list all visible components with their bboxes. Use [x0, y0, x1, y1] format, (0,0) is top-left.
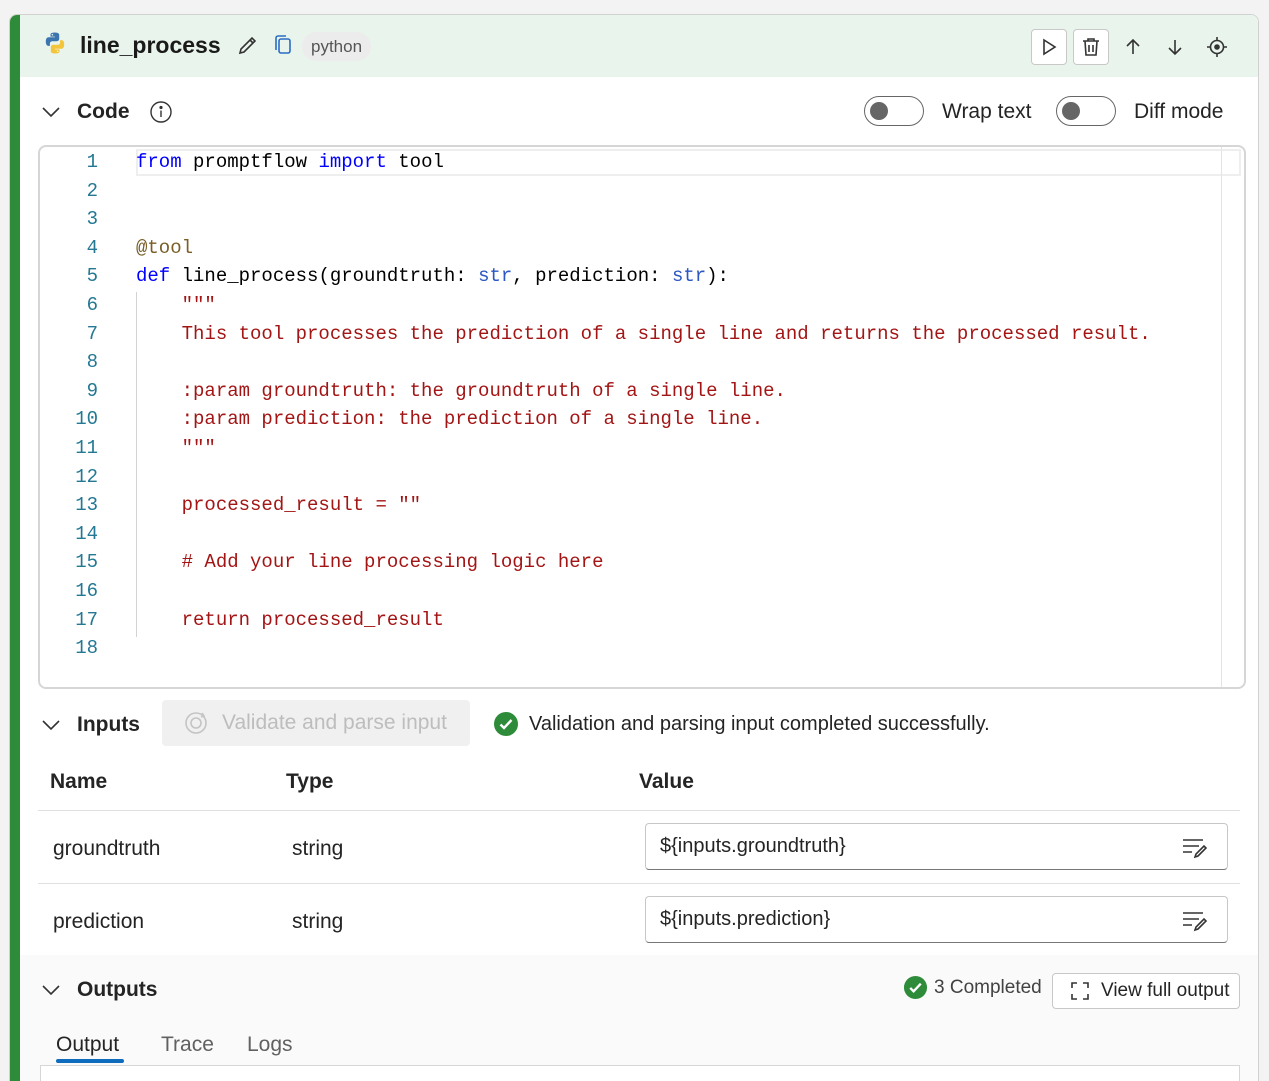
- line-number: 10: [75, 408, 98, 431]
- line-number: 18: [75, 637, 98, 660]
- line-number: 5: [86, 265, 98, 288]
- move-up-button[interactable]: [1115, 29, 1151, 65]
- validation-status: Validation and parsing input completed s…: [529, 713, 990, 735]
- line-number: 9: [86, 379, 98, 402]
- line-number: 16: [75, 580, 98, 602]
- tab-output[interactable]: Output: [56, 1033, 119, 1057]
- edit-value-icon[interactable]: [1181, 909, 1209, 933]
- input-type: string: [292, 837, 344, 860]
- active-tab-indicator: [56, 1059, 124, 1063]
- code-section-title: Code: [77, 100, 130, 123]
- expand-icon: [1071, 982, 1089, 1000]
- validate-parse-label: Validate and parse input: [222, 711, 447, 734]
- code-text: :param prediction: the prediction of a s…: [136, 408, 764, 431]
- column-header-name: Name: [50, 770, 108, 793]
- chevron-down-icon[interactable]: [40, 979, 62, 1001]
- python-icon: [45, 32, 65, 54]
- view-full-output-label: View full output: [1101, 980, 1230, 1001]
- line-number: 1: [86, 151, 98, 173]
- success-check-icon: [903, 975, 928, 1000]
- node-accent-bar: [10, 15, 20, 1081]
- table-divider: [38, 810, 1240, 811]
- input-value-field[interactable]: ${inputs.prediction}: [645, 896, 1228, 943]
- refresh-check-icon: [185, 712, 207, 734]
- line-number: 14: [75, 522, 98, 545]
- table-divider: [38, 883, 1240, 884]
- info-icon[interactable]: [149, 100, 173, 124]
- input-type: string: [292, 910, 344, 933]
- input-name: prediction: [53, 910, 145, 933]
- line-number: 12: [75, 465, 98, 488]
- column-header-value: Value: [639, 770, 694, 793]
- line-number: 4: [86, 236, 98, 259]
- code-text: :param groundtruth: the groundtruth of a…: [136, 379, 786, 402]
- tab-trace[interactable]: Trace: [161, 1033, 214, 1057]
- line-number: 3: [86, 208, 98, 231]
- inputs-section-title: Inputs: [77, 713, 140, 736]
- tab-logs[interactable]: Logs: [247, 1033, 293, 1057]
- input-value: ${inputs.groundtruth}: [660, 835, 846, 857]
- chevron-down-icon[interactable]: [40, 714, 62, 736]
- editor-scrollbar[interactable]: [1221, 147, 1222, 687]
- completed-count: 3 Completed: [934, 976, 1042, 998]
- node-header: line_process python: [20, 15, 1258, 77]
- input-value-field[interactable]: ${inputs.groundtruth}: [645, 823, 1228, 870]
- trash-icon: [1083, 38, 1099, 56]
- line-number: 15: [75, 551, 98, 574]
- completed-status: 3 Completed: [903, 975, 1042, 1000]
- success-check-icon: [494, 712, 518, 736]
- code-text: from promptflow import tool: [136, 151, 444, 173]
- code-text: return processed_result: [136, 608, 444, 631]
- code-text: # Add your line processing logic here: [136, 551, 604, 574]
- code-text: def line_process(groundtruth: str, predi…: [136, 265, 729, 288]
- arrow-down-icon: [1168, 40, 1182, 56]
- delete-button[interactable]: [1073, 29, 1109, 65]
- run-button[interactable]: [1031, 29, 1067, 65]
- line-number: 11: [75, 437, 98, 459]
- validate-parse-button[interactable]: Validate and parse input: [162, 700, 470, 746]
- line-number: 7: [86, 322, 98, 345]
- column-header-type: Type: [286, 770, 334, 793]
- language-badge: python: [302, 32, 372, 61]
- outputs-section-title: Outputs: [77, 978, 158, 1001]
- code-editor[interactable]: 1 from promptflow import tool 2 3 4 @tool 5 def…: [38, 145, 1246, 689]
- line-number: 8: [86, 351, 98, 374]
- wrap-text-label: Wrap text: [942, 100, 1032, 123]
- node-title: line_process: [80, 32, 221, 58]
- target-icon: [1207, 37, 1227, 57]
- locate-button[interactable]: [1199, 29, 1235, 65]
- code-text: """: [136, 294, 216, 316]
- code-text: processed_result = "": [136, 494, 422, 517]
- arrow-up-icon: [1126, 38, 1140, 54]
- pencil-icon[interactable]: [236, 33, 260, 57]
- view-full-output-button[interactable]: View full output: [1052, 973, 1240, 1009]
- input-name: groundtruth: [53, 837, 161, 860]
- chevron-down-icon[interactable]: [40, 101, 62, 123]
- diff-mode-toggle[interactable]: [1056, 96, 1116, 126]
- line-number: 13: [75, 494, 98, 517]
- move-down-button[interactable]: [1157, 29, 1193, 65]
- code-text: This tool processes the prediction of a …: [136, 322, 1151, 345]
- line-number: 17: [75, 608, 98, 631]
- line-number: 6: [86, 294, 98, 316]
- diff-mode-label: Diff mode: [1134, 100, 1224, 123]
- edit-value-icon[interactable]: [1181, 836, 1209, 860]
- wrap-text-toggle[interactable]: [864, 96, 924, 126]
- flow-node-card: line_process python Code Wrap text Diff: [9, 14, 1259, 1081]
- code-text: """: [136, 437, 216, 459]
- input-value: ${inputs.prediction}: [660, 908, 831, 930]
- line-number: 2: [86, 179, 98, 202]
- output-panel: [40, 1065, 1240, 1081]
- play-icon: [1043, 38, 1057, 56]
- copy-icon[interactable]: [272, 33, 294, 57]
- code-text: @tool: [136, 236, 194, 259]
